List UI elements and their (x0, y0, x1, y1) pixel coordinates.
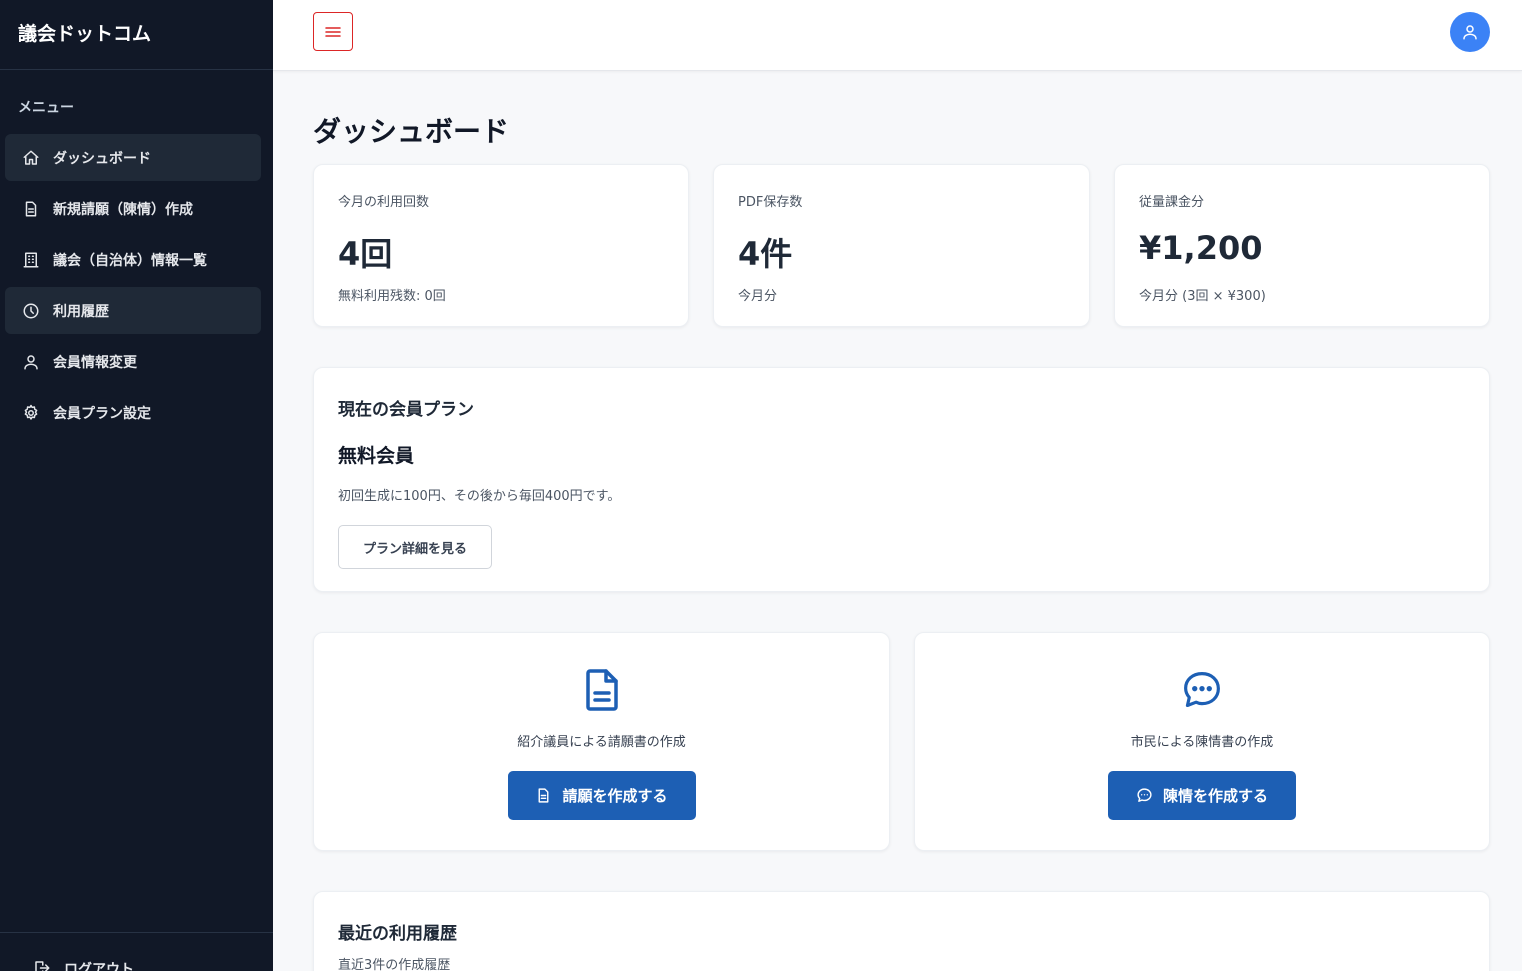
sidebar-item-new-petition[interactable]: 新規請願（陳情）作成 (5, 185, 261, 232)
stat-card-pdf-count: PDF保存数 4件 今月分 (713, 164, 1090, 327)
document-icon (535, 787, 552, 804)
menu-label: メニュー (18, 100, 74, 116)
clock-icon (22, 302, 40, 320)
recent-history-title: 最近の利用履歴 (338, 924, 457, 944)
stat-label: PDF保存数 (738, 195, 803, 210)
user-icon (22, 353, 40, 371)
sidebar-item-label: 会員情報変更 (53, 354, 137, 371)
sidebar-item-council-list[interactable]: 議会（自治体）情報一覧 (5, 236, 261, 283)
create-appeal-label: 陳情を作成する (1162, 787, 1268, 805)
stat-label: 今月の利用回数 (338, 195, 430, 210)
building-icon (22, 251, 40, 269)
stat-value: ¥1,200 (1139, 229, 1263, 267)
petition-description: 紹介議員による請願書の作成 (517, 735, 686, 750)
stat-sub: 今月分 (3回 × ¥300) (1139, 289, 1266, 304)
appeal-description: 市民による陳情書の作成 (1130, 735, 1274, 750)
user-avatar-button[interactable] (1450, 12, 1490, 52)
sidebar-item-dashboard[interactable]: ダッシュボード (5, 134, 261, 181)
top-bar (273, 0, 1522, 71)
appeal-action-card: 市民による陳情書の作成 陳情を作成する (914, 632, 1490, 851)
page-title: ダッシュボード (313, 115, 510, 148)
sidebar-item-label: 会員プラン設定 (53, 405, 151, 422)
stat-sub: 無料利用残数: 0回 (338, 289, 446, 304)
logout-button[interactable]: ログアウト (0, 932, 273, 971)
sidebar-item-plan-settings[interactable]: 会員プラン設定 (5, 389, 261, 436)
sidebar-item-label: ダッシュボード (53, 150, 151, 167)
chat-bubble-icon (1136, 787, 1153, 804)
user-icon (1463, 25, 1477, 40)
brand-logo[interactable]: 議会ドットコム (0, 0, 273, 70)
document-icon (585, 669, 618, 711)
sidebar-item-label: 新規請願（陳情）作成 (53, 201, 193, 218)
sidebar-item-label: 議会（自治体）情報一覧 (53, 252, 207, 269)
stat-sub: 今月分 (738, 289, 778, 304)
stat-card-metered-charge: 従量課金分 ¥1,200 今月分 (3回 × ¥300) (1114, 164, 1490, 327)
stat-value: 4件 (738, 235, 793, 273)
plan-details-button[interactable]: プラン詳細を見る (338, 525, 492, 569)
hamburger-icon (325, 26, 341, 37)
sidebar-item-member-info[interactable]: 会員情報変更 (5, 338, 261, 385)
create-petition-label: 請願を作成する (562, 787, 668, 805)
logout-label: ログアウト (64, 962, 134, 971)
sidebar: 議会ドットコム メニュー ダッシュボード 新規請願（陳情）作成 議会（自治体）情… (0, 0, 273, 971)
sidebar-nav: ダッシュボード 新規請願（陳情）作成 議会（自治体）情報一覧 利用履歴 会員情報… (0, 134, 273, 436)
menu-toggle-button[interactable] (313, 12, 353, 51)
stat-value: 4回 (338, 235, 393, 273)
chat-bubble-icon (1184, 672, 1220, 708)
petition-action-card: 紹介議員による請願書の作成 請願を作成する (313, 632, 890, 851)
plan-name: 無料会員 (338, 445, 415, 467)
sidebar-item-usage-history[interactable]: 利用履歴 (5, 287, 261, 334)
stat-label: 従量課金分 (1139, 195, 1205, 210)
sidebar-item-label: 利用履歴 (53, 303, 109, 320)
create-appeal-button[interactable]: 陳情を作成する (1108, 771, 1296, 820)
current-plan-card: 現在の会員プラン 無料会員 初回生成に100円、その後から毎回400円です。 プ… (313, 367, 1490, 592)
home-icon (22, 149, 40, 167)
plan-description: 初回生成に100円、その後から毎回400円です。 (338, 489, 621, 504)
recent-history-subtitle: 直近3件の作成履歴 (338, 958, 451, 971)
create-petition-button[interactable]: 請願を作成する (507, 771, 696, 820)
logout-icon (33, 959, 51, 971)
stat-card-usage-count: 今月の利用回数 4回 無料利用残数: 0回 (313, 164, 689, 327)
document-icon (22, 200, 40, 218)
plan-section-title: 現在の会員プラン (338, 400, 474, 420)
recent-history-card: 最近の利用履歴 直近3件の作成履歴 (313, 891, 1490, 971)
gear-icon (22, 404, 40, 422)
